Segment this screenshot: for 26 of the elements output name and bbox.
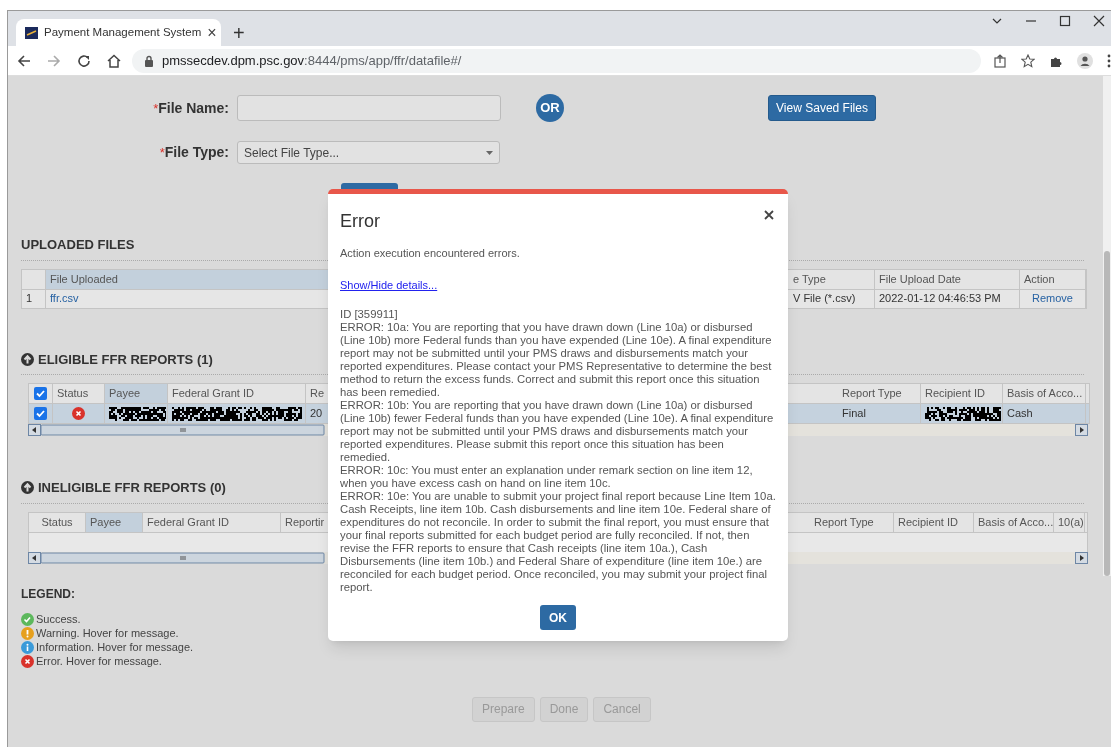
error-detail-text: ERROR: 10b: You are reporting that you have drawn down (Line 10a) or disbursed (Line 10b) fewer Federal funds than you have expended (Line 10e). A final expenditure report may not be submitted until your PMS draws and disbursements match your reported expenditures. Please submit this report once this situation has been remedied. (340, 399, 775, 464)
legend-label: Information. Hover for message. (36, 641, 194, 653)
table-cell-text: 2022-01-12 04:46:53 PM (879, 291, 1001, 307)
section-heading: UPLOADED FILES (21, 236, 135, 254)
error-detail-text: ID [359911] (340, 308, 399, 321)
field-label: *File Type: (158, 143, 229, 162)
field-label: *File Name: (152, 98, 229, 118)
table-cell-text: Final (842, 406, 866, 422)
legend-label: Warning. Hover for message. (36, 627, 179, 639)
legend-label: Error. Hover for message. (36, 655, 162, 667)
legend-title: LEGEND: (21, 585, 75, 603)
error-detail-text: ERROR: 10e: You are unable to submit your project final report because Line Item 10a. Cash Receipts, line item 10b. Cash disbursements and line item 10e. Federal share of expenditures do not reconcile. In order to submit the final report, you must ensure that your final reports submitted for each budget period are fully reconciled. If not, then revise the FFR reports to ensure that Cash receipts (line item 10a.), Cash Disbursements (line item 10b.) and Federal Share of expenditure (line item 10e.) are reconciled for each budget period. Once reconciled, you may submit your project final report. (340, 490, 776, 594)
url-text: pmssecdev.dpm.psc.gov:8444/pms/app/ffr/datafile#/ (162, 51, 462, 70)
table-cell-text: 1 (26, 291, 33, 307)
table-cell-text: V File (*.csv) (793, 291, 856, 307)
section-heading: INELIGIBLE FFR REPORTS (0) (38, 479, 226, 497)
dialog-title: Error (340, 210, 380, 233)
dialog-message: Action execution encountered errors. (340, 246, 521, 261)
error-detail-text: ERROR: 10a: You are reporting that you have drawn down (Line 10a) or disbursed (Line 10b) more Federal funds than you have expended (Line 10e). A final expenditure report may not be submitted until your PMS draws and disbursements match your reported expenditures. Please contact your PMS Representative to determine the best method to return the excess funds. Correct and submit this report once this situation has been remedied. (340, 321, 773, 399)
error-detail-text: ERROR: 10c: You must enter an explanation under remark section on line item 12, when you have excess cash on hand on line item 10c. (340, 464, 754, 490)
or-badge: OR (536, 94, 564, 122)
section-heading: ELIGIBLE FFR REPORTS (1) (38, 350, 213, 369)
table-cell-text: Cash (1007, 406, 1033, 422)
legend-label: Success. (36, 613, 81, 625)
table-cell-text: 20 (310, 406, 323, 422)
tab-title: Payment Management System (44, 24, 202, 40)
